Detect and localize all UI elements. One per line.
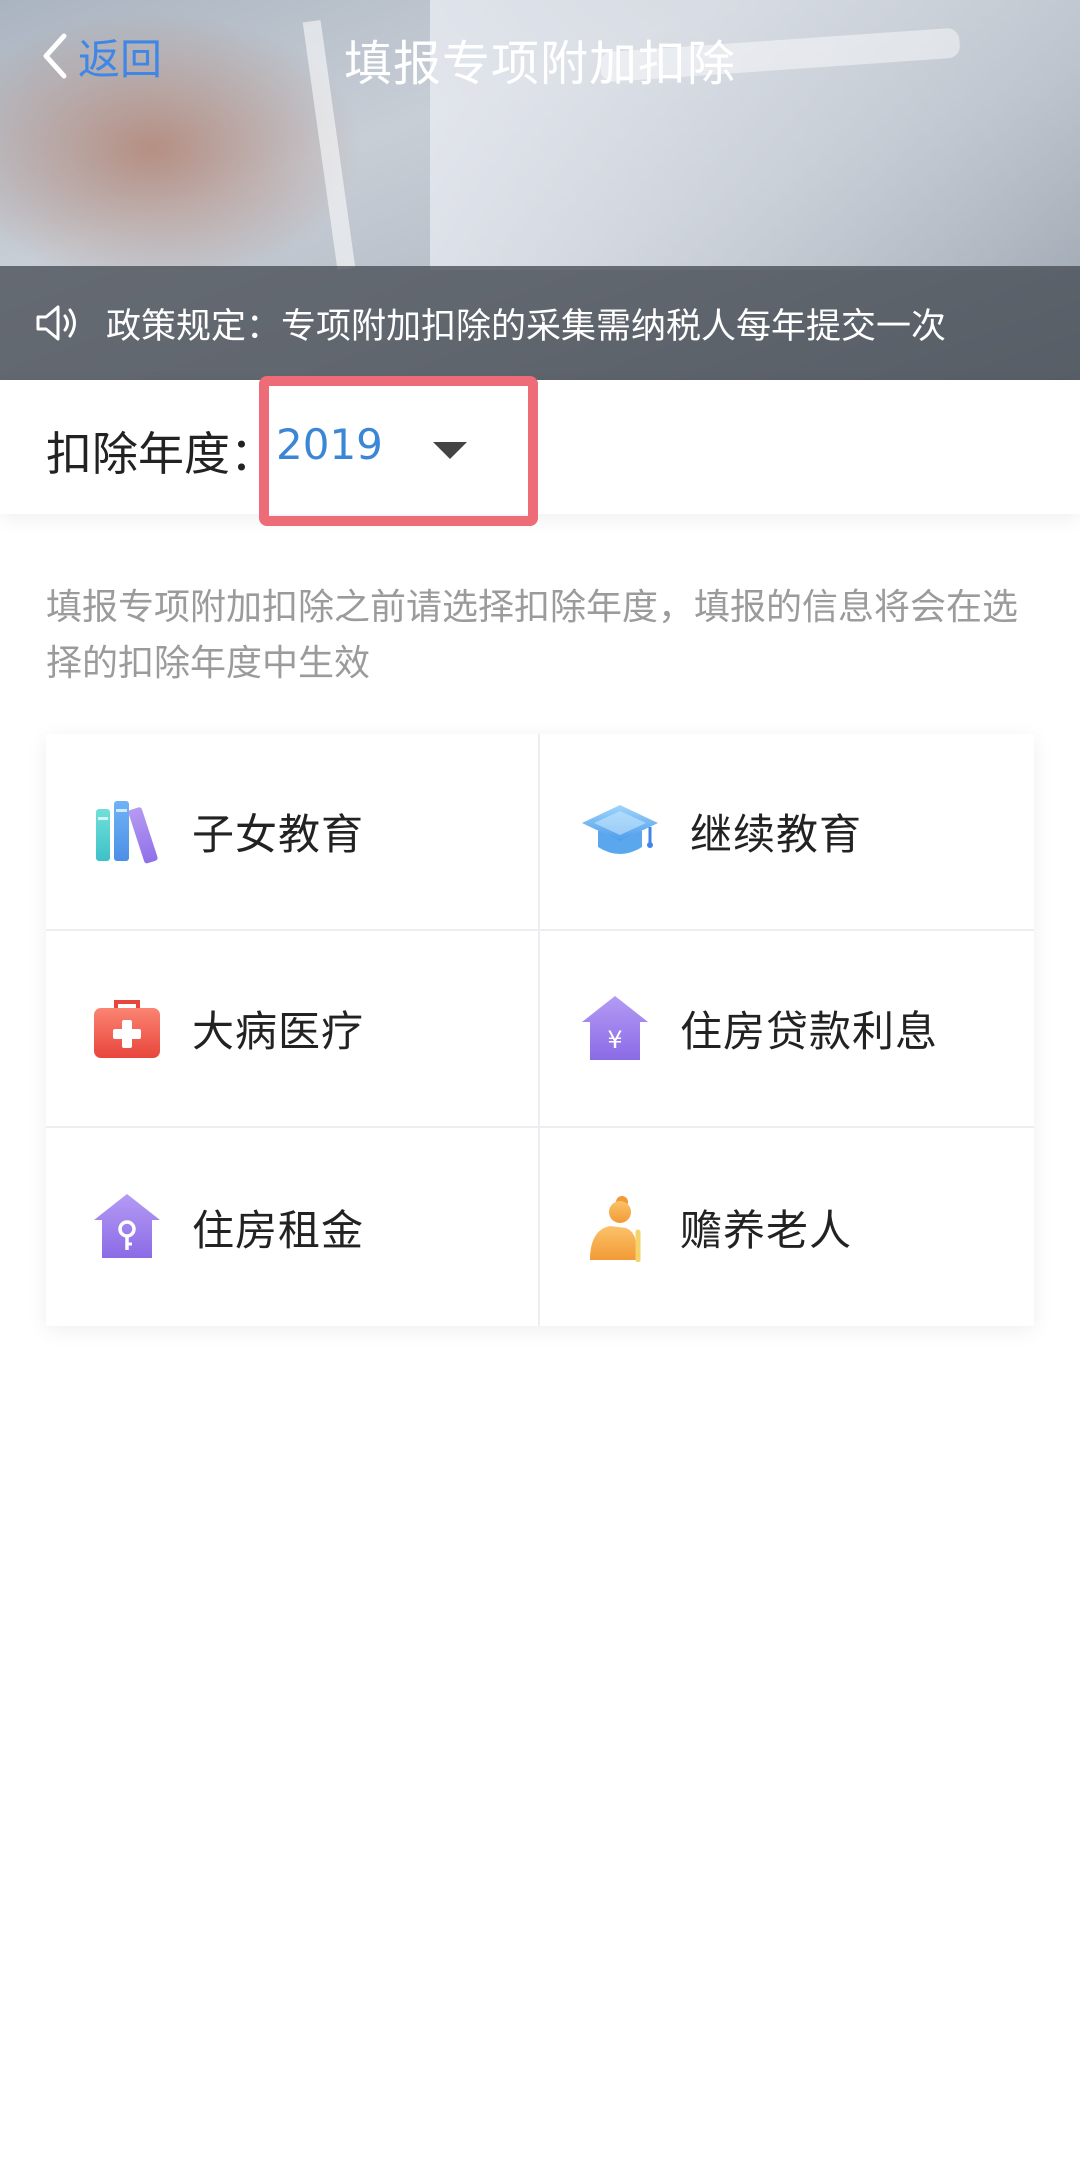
year-label: 扣除年度： — [46, 427, 276, 481]
house-key-icon — [94, 1194, 160, 1258]
category-label: 继续教育 — [690, 810, 863, 859]
category-label: 大病医疗 — [192, 1007, 365, 1056]
house-yuan-icon: ¥ — [582, 995, 648, 1060]
category-label: 赡养老人 — [680, 1205, 853, 1255]
elderly-person-icon — [590, 1196, 641, 1262]
policy-notice-text: 政策规定：专项附加扣除的采集需纳税人每年提交一次 — [106, 306, 947, 347]
deduction-category-grid: 子女教育 继续教育 大病医疗 ¥ 住房贷款利息 住房租金 赡养老人 — [46, 734, 1034, 1326]
policy-notice-bar: 政策规定：专项附加扣除的采集需纳税人每年提交一次 — [0, 266, 1080, 380]
header-banner: 返回 填报专项附加扣除 政策规定：专项附加扣除的采集需纳税人每年提交一次 — [0, 0, 1080, 380]
category-label: 住房租金 — [192, 1205, 365, 1255]
books-icon — [96, 800, 158, 863]
hint-text: 填报专项附加扣除之前请选择扣除年度，填报的信息将会在选择的扣除年度中生效 — [46, 587, 1019, 684]
category-housing-loan-interest[interactable]: ¥ 住房贷款利息 — [540, 931, 1034, 1128]
svg-text:¥: ¥ — [607, 1026, 622, 1054]
category-housing-rent[interactable]: 住房租金 — [46, 1128, 540, 1326]
category-elderly-support[interactable]: 赡养老人 — [540, 1128, 1034, 1326]
navigation-bar: 返回 填报专项附加扣除 — [0, 0, 1080, 112]
graduation-cap-icon — [582, 804, 658, 854]
speaker-icon — [36, 305, 76, 341]
medical-kit-icon — [94, 999, 160, 1058]
category-continuing-education[interactable]: 继续教育 — [540, 734, 1034, 931]
deduction-year-row: 扣除年度： 2019 — [0, 376, 1080, 526]
dropdown-caret-icon[interactable] — [433, 442, 467, 459]
category-children-education[interactable]: 子女教育 — [46, 734, 540, 931]
page-title: 填报专项附加扣除 — [343, 36, 736, 92]
category-label: 住房贷款利息 — [680, 1007, 939, 1056]
category-label: 子女教育 — [192, 810, 365, 859]
category-serious-illness-medical[interactable]: 大病医疗 — [46, 931, 540, 1128]
year-select[interactable]: 2019 — [276, 420, 383, 469]
